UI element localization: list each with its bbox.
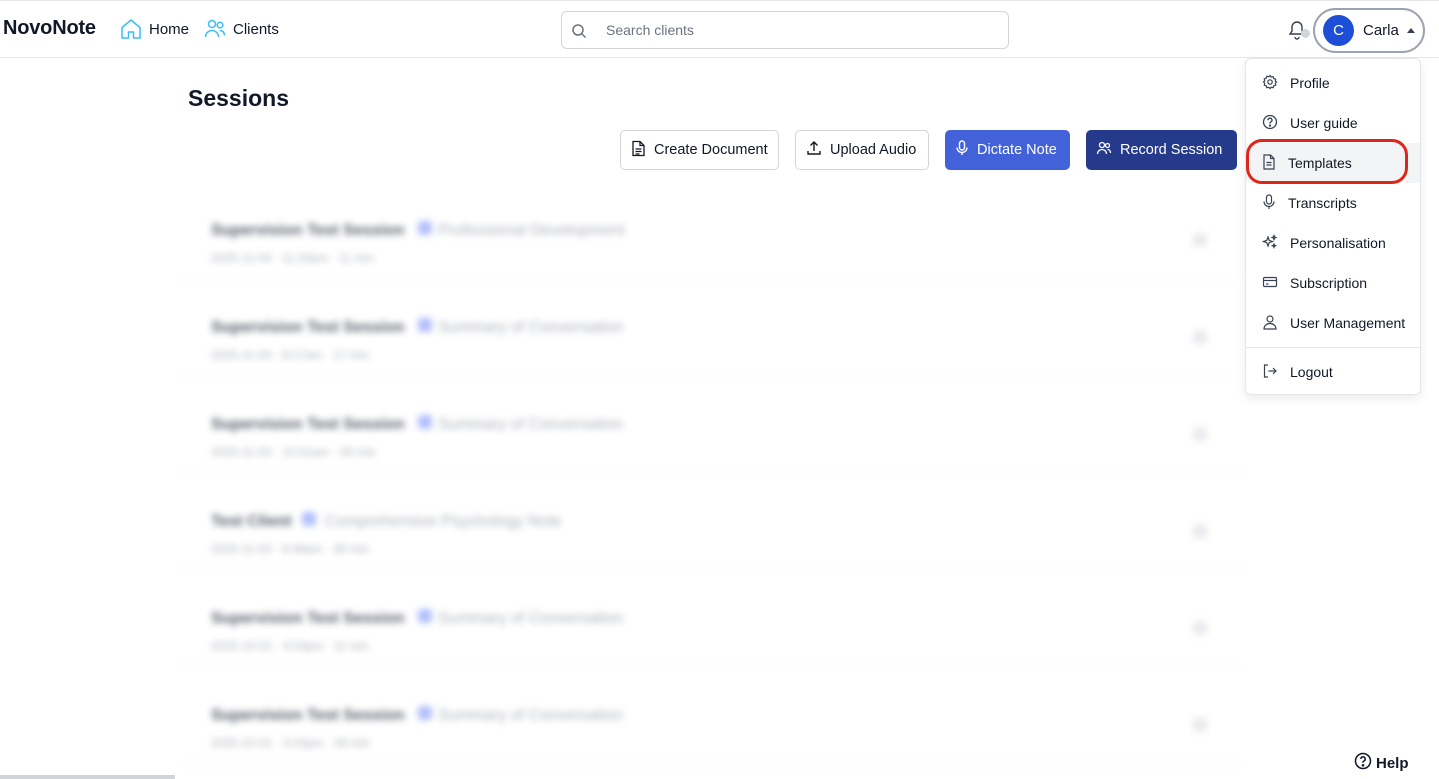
session-template: Summary of Conversation — [438, 707, 623, 724]
menu-item-user-management[interactable]: User Management — [1246, 303, 1420, 343]
menu-item-templates[interactable]: Templates — [1246, 143, 1420, 183]
nav-clients-label: Clients — [233, 20, 279, 38]
microphone-icon — [955, 140, 969, 160]
more-options-icon[interactable] — [1193, 233, 1207, 247]
session-meta: 2025-11-04 · 11:33am · 11 min — [211, 251, 374, 265]
notifications-button[interactable] — [1288, 20, 1310, 42]
home-icon — [119, 17, 143, 41]
menu-divider — [1246, 347, 1420, 348]
session-meta: 2025-11-04 · 9:17am · 17 min — [211, 348, 369, 362]
session-meta: 2025-11-03 · 9:48am · 39 min — [211, 542, 369, 556]
menu-item-label: Subscription — [1290, 275, 1368, 291]
record-session-button[interactable]: Record Session — [1086, 130, 1237, 170]
session-title: Supervision Test Session — [211, 416, 405, 433]
session-title: Test Client — [211, 513, 292, 530]
session-row[interactable]: Supervision Test Session Summary of Conv… — [180, 282, 1243, 376]
menu-item-label: Templates — [1288, 155, 1352, 171]
sparkle-icon — [418, 609, 432, 623]
notification-dot — [1301, 29, 1310, 38]
session-template: Summary of Conversation — [438, 416, 623, 433]
users-icon — [1096, 140, 1112, 160]
nav-home-link[interactable]: Home — [119, 17, 189, 41]
avatar: C — [1323, 15, 1354, 46]
credit-card-icon — [1262, 274, 1278, 293]
user-icon — [1262, 314, 1278, 333]
session-row[interactable]: Supervision Test Session Summary of Conv… — [180, 670, 1243, 764]
users-icon — [203, 17, 227, 41]
session-template: Professional Development — [438, 222, 625, 239]
help-button[interactable]: Help — [1354, 752, 1409, 774]
nav-clients-link[interactable]: Clients — [203, 17, 279, 41]
record-session-label: Record Session — [1120, 142, 1223, 158]
menu-item-label: Logout — [1290, 364, 1333, 380]
horizontal-scrollbar[interactable] — [0, 775, 175, 779]
menu-item-label: Personalisation — [1290, 235, 1386, 251]
session-template: Comprehensive Psychology Note — [325, 513, 562, 530]
session-row[interactable]: Supervision Test Session Professional De… — [180, 185, 1243, 279]
dictate-note-label: Dictate Note — [977, 142, 1057, 158]
page-title: Sessions — [188, 85, 289, 111]
menu-item-label: Profile — [1290, 75, 1330, 91]
session-template: Summary of Conversation — [438, 610, 623, 627]
menu-item-logout[interactable]: Logout — [1246, 352, 1420, 392]
dictate-note-button[interactable]: Dictate Note — [945, 130, 1070, 170]
more-options-icon[interactable] — [1193, 718, 1207, 732]
menu-item-label: Transcripts — [1288, 195, 1357, 211]
session-title: Supervision Test Session — [211, 610, 405, 627]
gear-icon — [1262, 74, 1278, 93]
question-circle-icon — [1354, 752, 1372, 774]
search-box — [561, 11, 1009, 49]
question-circle-icon — [1262, 114, 1278, 133]
menu-item-user-guide[interactable]: User guide — [1246, 103, 1420, 143]
session-title: Supervision Test Session — [211, 222, 405, 239]
menu-item-subscription[interactable]: Subscription — [1246, 263, 1420, 303]
microphone-icon — [1262, 193, 1276, 213]
menu-item-profile[interactable]: Profile — [1246, 63, 1420, 103]
create-document-button[interactable]: Create Document — [620, 130, 779, 170]
menu-item-transcripts[interactable]: Transcripts — [1246, 183, 1420, 223]
upload-icon — [806, 140, 822, 160]
session-meta: 2025-10-31 · 4:03pm · 11 min — [211, 639, 369, 653]
session-row[interactable]: Test Client Comprehensive Psychology Not… — [180, 476, 1243, 570]
logout-icon — [1262, 363, 1278, 382]
document-icon — [1262, 153, 1276, 173]
menu-item-label: User Management — [1290, 315, 1406, 331]
sparkle-icon — [418, 318, 432, 332]
menu-item-label: User guide — [1290, 115, 1358, 131]
upload-audio-button[interactable]: Upload Audio — [795, 130, 929, 170]
more-options-icon[interactable] — [1193, 330, 1207, 344]
caret-up-icon — [1406, 28, 1415, 33]
top-navbar: NovoNote Home Clients C Carla — [0, 0, 1439, 58]
upload-audio-label: Upload Audio — [830, 142, 917, 158]
session-meta: 2025-11-03 · 10:41am · 28 min — [211, 445, 376, 459]
create-document-label: Create Document — [654, 142, 768, 158]
sparkles-icon — [1261, 233, 1278, 253]
user-name: Carla — [1363, 22, 1399, 39]
search-input[interactable] — [606, 12, 996, 48]
user-dropdown-menu: Profile User guide Templates Transcripts… — [1245, 58, 1421, 395]
nav-home-label: Home — [149, 20, 190, 38]
session-template: Summary of Conversation — [438, 319, 623, 336]
document-icon — [631, 140, 646, 161]
session-meta: 2025-10-31 · 3:15pm · 28 min — [211, 736, 370, 750]
sparkle-icon — [418, 706, 432, 720]
sparkle-icon — [302, 512, 316, 526]
more-options-icon[interactable] — [1193, 621, 1207, 635]
session-title: Supervision Test Session — [211, 319, 405, 336]
more-options-icon[interactable] — [1193, 427, 1207, 441]
session-title: Supervision Test Session — [211, 707, 405, 724]
user-menu-button[interactable]: C Carla — [1313, 8, 1425, 53]
help-label: Help — [1376, 754, 1409, 772]
session-row[interactable]: Supervision Test Session Summary of Conv… — [180, 379, 1243, 473]
session-row[interactable]: Supervision Test Session Summary of Conv… — [180, 573, 1243, 667]
brand-logo[interactable]: NovoNote — [3, 17, 96, 40]
menu-item-personalisation[interactable]: Personalisation — [1246, 223, 1420, 263]
sparkle-icon — [418, 415, 432, 429]
sparkle-icon — [418, 221, 432, 235]
more-options-icon[interactable] — [1193, 524, 1207, 538]
sessions-list: Supervision Test Session Professional De… — [180, 185, 1243, 779]
